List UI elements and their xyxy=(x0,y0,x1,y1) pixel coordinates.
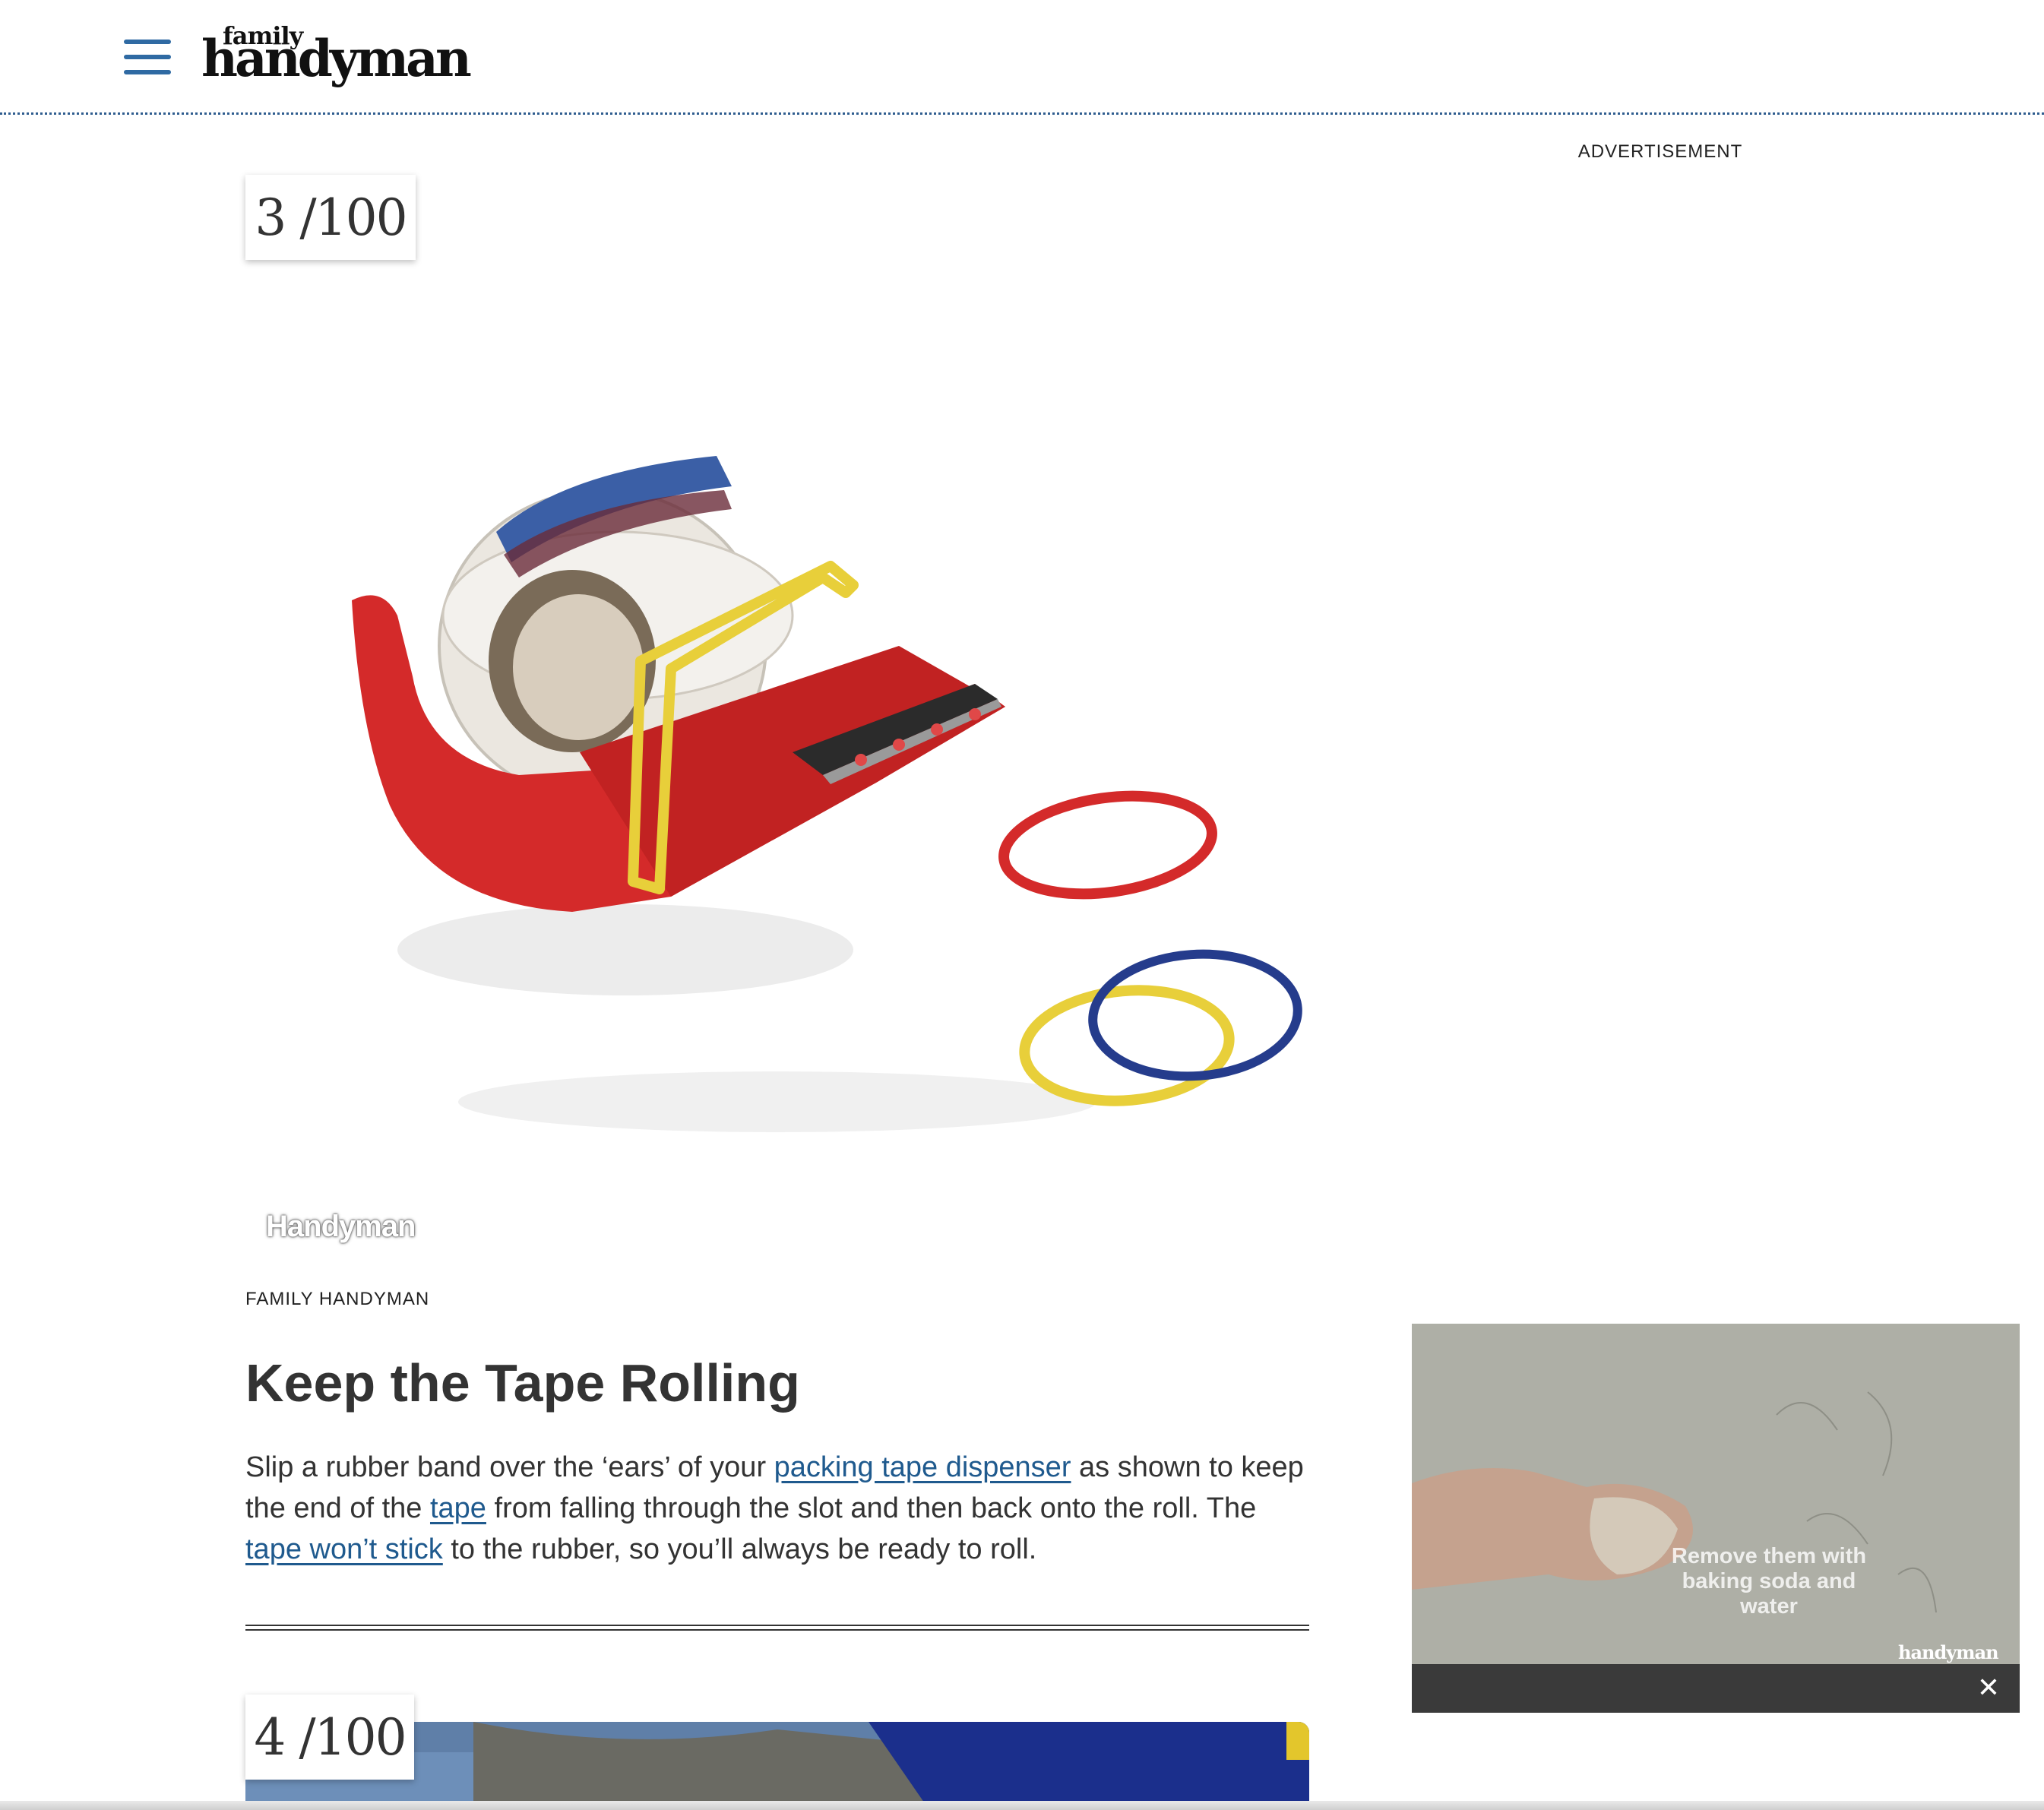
body-text: Slip a rubber band over the ‘ears’ of yo… xyxy=(245,1451,774,1483)
image-credit: FAMILY HANDYMAN xyxy=(245,1289,430,1309)
tape-dispenser-image xyxy=(352,456,1302,1132)
site-header: family handyman xyxy=(0,0,2044,115)
video-logo: handyman xyxy=(1898,1641,1999,1663)
tape-link[interactable]: tape xyxy=(430,1492,486,1524)
slide-counter: 3 /100 xyxy=(245,175,416,260)
advertisement-label: ADVERTISEMENT xyxy=(1577,141,1743,162)
section-divider xyxy=(245,1625,1309,1631)
site-logo[interactable]: family handyman xyxy=(201,17,475,93)
close-icon[interactable]: ✕ xyxy=(1977,1672,2000,1704)
page-bottom-edge xyxy=(0,1801,2044,1810)
video-control-bar: ✕ xyxy=(1412,1664,2020,1713)
slide-body: Slip a rubber band over the ‘ears’ of yo… xyxy=(245,1447,1309,1570)
tape-wont-stick-link[interactable]: tape won’t stick xyxy=(245,1533,443,1565)
image-watermark: Handyman xyxy=(266,1210,416,1243)
video-caption: Remove them with baking soda and water xyxy=(1671,1544,1867,1619)
video-player[interactable]: Remove them with baking soda and water h… xyxy=(1412,1324,2020,1713)
body-text: to the rubber, so you’ll always be ready… xyxy=(442,1533,1037,1565)
body-text: from falling through the slot and then b… xyxy=(486,1492,1257,1524)
packing-tape-dispenser-link[interactable]: packing tape dispenser xyxy=(774,1451,1071,1483)
slide-title: Keep the Tape Rolling xyxy=(245,1353,800,1413)
hamburger-menu-icon[interactable] xyxy=(124,40,171,74)
next-slide-counter: 4 /100 xyxy=(245,1695,414,1780)
logo-big-text: handyman xyxy=(201,29,472,88)
